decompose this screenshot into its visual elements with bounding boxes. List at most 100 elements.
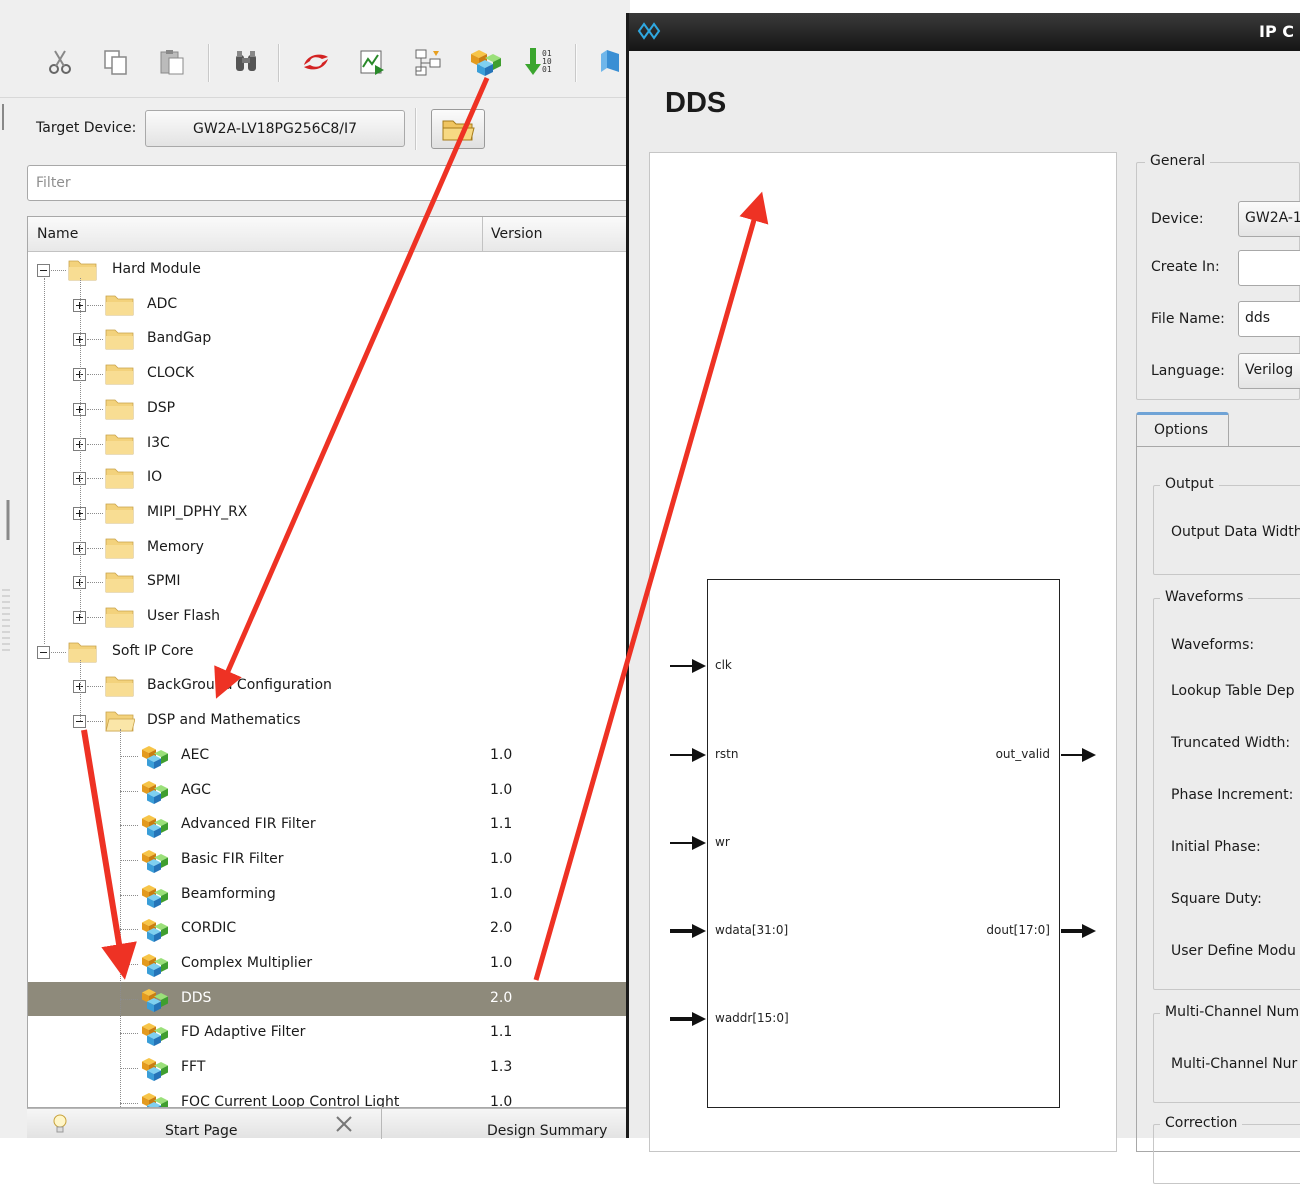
report-icon[interactable] <box>352 42 392 82</box>
input-port-label: waddr[15:0] <box>715 1011 789 1025</box>
tree-row[interactable]: Advanced FIR Filter 1.1 <box>28 808 630 843</box>
target-device-label: Target Device: <box>36 120 137 136</box>
file-name-field[interactable]: dds <box>1238 301 1300 337</box>
tree-item-version: 2.0 <box>490 920 513 937</box>
output-port-label: dout[17:0] <box>986 923 1050 937</box>
language-select[interactable]: Verilog <box>1238 353 1300 389</box>
device-field[interactable]: GW2A-1 <box>1238 201 1300 237</box>
column-divider[interactable] <box>482 217 483 252</box>
tree-header: Name Version <box>28 217 630 252</box>
tab-start-page[interactable]: Start Page <box>27 1109 382 1139</box>
tree-row[interactable]: ADC <box>28 288 630 323</box>
tree-connector <box>87 374 103 376</box>
gowin-logo-icon <box>637 22 661 40</box>
tree-connector <box>120 1068 138 1070</box>
tree-connector <box>87 721 103 723</box>
tree-row[interactable]: BandGap <box>28 322 630 357</box>
tree-row[interactable]: Memory <box>28 531 630 566</box>
tree-row[interactable]: DSP and Mathematics <box>28 704 630 739</box>
window-title: IP C <box>1259 22 1294 41</box>
tree-row[interactable]: FD Adaptive Filter 1.1 <box>28 1016 630 1051</box>
tree-connector <box>87 582 103 584</box>
side-splitter[interactable] <box>0 100 12 1138</box>
column-header-name[interactable]: Name <box>37 226 78 242</box>
options-pane: Output Output Data Width Waveforms Wavef… <box>1136 446 1300 1184</box>
tree-item-label: BackGround Configuration <box>147 677 332 694</box>
port-signal-line <box>670 929 694 933</box>
tree-row[interactable]: DDS 2.0 <box>28 981 630 1017</box>
svg-text:01: 01 <box>542 65 552 74</box>
tree-row[interactable]: AEC 1.0 <box>28 739 630 774</box>
target-device-button[interactable]: GW2A-LV18PG256C8/I7 <box>145 110 405 147</box>
multi-channel-group-title: Multi-Channel Num <box>1160 1004 1300 1020</box>
tree-item-label: Soft IP Core <box>112 642 194 659</box>
tree-connector <box>87 617 103 618</box>
find-icon[interactable] <box>226 42 266 82</box>
tree-item-label: FD Adaptive Filter <box>181 1024 306 1041</box>
tree-row[interactable]: AGC 1.0 <box>28 774 630 809</box>
tree-connector <box>87 443 103 445</box>
tree-expander[interactable] <box>37 645 50 659</box>
tree-row[interactable]: I3C <box>28 427 630 462</box>
tree-row[interactable]: IO <box>28 461 630 496</box>
tree-row[interactable]: DSP <box>28 392 630 427</box>
port-arrow <box>692 748 706 762</box>
hierarchy-icon[interactable] <box>408 42 448 82</box>
truncated-width-label: Truncated Width: <box>1171 735 1291 751</box>
input-port-label: wr <box>715 835 730 849</box>
tree-row[interactable]: MIPI_DPHY_RX <box>28 496 630 531</box>
tree-item-label: Complex Multiplier <box>181 955 313 971</box>
ip-core-icon[interactable] <box>466 42 506 82</box>
tree-row[interactable]: Basic FIR Filter 1.0 <box>28 843 630 878</box>
tab-design-summary[interactable]: Design Summary <box>487 1123 607 1139</box>
tree-item-label: Memory <box>147 538 204 555</box>
language-label: Language: <box>1151 363 1225 379</box>
tree-expander[interactable] <box>37 264 50 277</box>
window-titlebar[interactable]: IP C <box>629 13 1300 51</box>
tree-connector <box>120 1102 138 1104</box>
tree-row[interactable]: BackGround Configuration <box>28 669 630 704</box>
tree-row[interactable]: CORDIC 2.0 <box>28 912 630 947</box>
port-arrow <box>692 924 706 938</box>
create-in-field[interactable] <box>1238 250 1300 286</box>
open-folder-button[interactable] <box>431 109 485 149</box>
synplify-icon[interactable] <box>296 42 336 82</box>
folder-icon <box>105 329 134 350</box>
tree-row[interactable]: FOC Current Loop Control Light 1.0 <box>28 1086 630 1107</box>
ip-core-icon <box>142 1058 168 1082</box>
tree-item-version: 1.0 <box>490 781 513 798</box>
tab-options[interactable]: Options <box>1136 412 1229 447</box>
filter-input[interactable] <box>27 165 637 201</box>
tree-item-label: ADC <box>147 295 178 312</box>
ip-tree[interactable]: Name Version Hard Module ADC BandGap CLO… <box>27 216 630 1108</box>
tree-connector <box>120 790 138 792</box>
tree-connector <box>120 929 138 931</box>
ip-core-icon <box>142 954 168 977</box>
tree-row[interactable]: CLOCK <box>28 357 630 392</box>
output-group-title: Output <box>1160 476 1219 492</box>
tree-row[interactable]: Hard Module <box>28 253 630 288</box>
close-icon[interactable] <box>333 1115 355 1133</box>
lightbulb-icon <box>53 1114 67 1133</box>
tree-row[interactable]: User Flash <box>28 600 630 635</box>
paste-icon[interactable] <box>152 42 192 82</box>
ip-core-icon <box>142 745 168 769</box>
column-header-version[interactable]: Version <box>491 226 542 242</box>
tree-item-label: I3C <box>147 434 170 451</box>
cut-icon[interactable] <box>40 42 80 82</box>
tree-row[interactable]: Complex Multiplier 1.0 <box>28 947 630 982</box>
chip-icon[interactable] <box>592 42 628 82</box>
tree-connector <box>87 408 103 410</box>
tree-connector <box>120 964 138 965</box>
copy-icon[interactable] <box>96 42 136 82</box>
tree-row[interactable]: Beamforming 1.0 <box>28 878 630 913</box>
bitstream-icon[interactable]: 01 10 01 <box>520 42 560 82</box>
tree-row[interactable]: Soft IP Core <box>28 635 630 670</box>
tree-item-label: Hard Module <box>112 261 201 277</box>
ip-core-icon <box>142 1023 168 1047</box>
multi-channel-number-label: Multi-Channel Nur <box>1171 1056 1298 1072</box>
tree-row[interactable]: FFT 1.3 <box>28 1051 630 1086</box>
tree-row[interactable]: SPMI <box>28 565 630 600</box>
ip-core-icon <box>142 780 168 804</box>
tree-guide-line <box>80 659 81 722</box>
